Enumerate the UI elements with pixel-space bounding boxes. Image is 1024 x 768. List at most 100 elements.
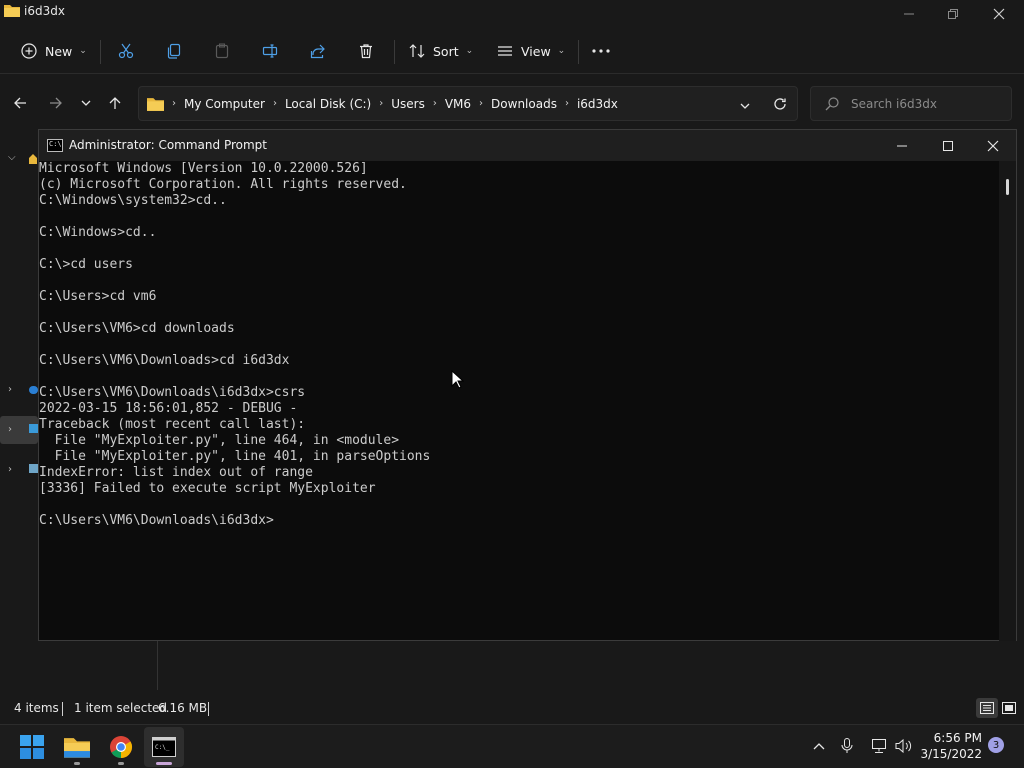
- microphone-button[interactable]: [838, 737, 856, 755]
- back-button[interactable]: [6, 89, 34, 117]
- console-line: C:\>cd users: [39, 257, 133, 272]
- share-button[interactable]: [309, 36, 327, 66]
- up-button[interactable]: [101, 89, 129, 117]
- command-prompt-window[interactable]: C:\ Administrator: Command Prompt Micros…: [38, 129, 1017, 641]
- view-button[interactable]: View ⌄: [496, 36, 565, 66]
- breadcrumb-item[interactable]: Local Disk (C:): [285, 97, 371, 111]
- restore-button[interactable]: [930, 0, 976, 28]
- chevron-right-icon[interactable]: ›: [8, 384, 12, 395]
- start-button[interactable]: [12, 727, 52, 767]
- taskbar-file-explorer[interactable]: [57, 727, 97, 767]
- address-bar[interactable]: › My Computer › Local Disk (C:) › Users …: [138, 86, 798, 121]
- command-bar: New ⌄ Sort ⌄ View ⌄: [0, 28, 1024, 74]
- breadcrumb-item[interactable]: My Computer: [184, 97, 265, 111]
- separator: [208, 702, 209, 716]
- breadcrumb-item[interactable]: i6d3dx: [577, 97, 618, 111]
- chevron-right-icon[interactable]: ›: [8, 464, 12, 475]
- breadcrumb-item[interactable]: Users: [391, 97, 425, 111]
- close-icon: [987, 140, 999, 151]
- notification-badge[interactable]: 3: [988, 737, 1004, 753]
- start-icon: [20, 735, 44, 759]
- speaker-icon: [895, 738, 912, 754]
- more-options-button[interactable]: [592, 36, 610, 66]
- delete-button[interactable]: [357, 36, 375, 66]
- new-label: New: [45, 43, 73, 59]
- chevron-down-icon: ⌄: [79, 46, 87, 56]
- copy-button[interactable]: [165, 36, 183, 66]
- system-clock[interactable]: 6:56 PM 3/15/2022: [918, 730, 982, 762]
- search-icon: [825, 97, 839, 111]
- cmd-maximize-button[interactable]: [925, 130, 971, 161]
- items-count: 4 items: [14, 701, 59, 715]
- pc-icon: [29, 424, 38, 433]
- sort-button[interactable]: Sort ⌄: [408, 36, 473, 66]
- explorer-title-bar[interactable]: i6d3dx: [0, 0, 1024, 28]
- refresh-button[interactable]: [773, 96, 787, 115]
- scrollbar-thumb[interactable]: [1006, 179, 1009, 195]
- recent-locations-button[interactable]: [72, 89, 100, 117]
- cmd-close-button[interactable]: [970, 130, 1016, 161]
- console-line: C:\Users\VM6\Downloads>cd i6d3dx: [39, 353, 290, 368]
- selection-count: 1 item selected: [74, 701, 168, 715]
- sort-icon: [408, 42, 426, 60]
- volume-button[interactable]: [895, 737, 913, 755]
- console-line: C:\Users\VM6>cd downloads: [39, 321, 235, 336]
- console-line: C:\Windows>cd..: [39, 225, 157, 240]
- terminal-icon: C:\_: [152, 737, 176, 757]
- console-line: C:\Users\VM6\Downloads\i6d3dx>csrs: [39, 385, 306, 400]
- console-scrollbar[interactable]: [999, 161, 1016, 641]
- tiles-view-button[interactable]: [998, 698, 1020, 718]
- minimize-icon: [897, 145, 907, 146]
- mouse-cursor-icon: [451, 370, 465, 389]
- close-button[interactable]: [976, 0, 1022, 28]
- address-dropdown-button[interactable]: [739, 97, 751, 116]
- rename-button[interactable]: [261, 36, 279, 66]
- breadcrumb-item[interactable]: Downloads: [491, 97, 557, 111]
- list-view-icon: [496, 42, 514, 60]
- chevron-right-icon[interactable]: ›: [8, 424, 12, 435]
- chevron-right-icon: ›: [479, 98, 484, 109]
- minimize-icon: [904, 13, 914, 15]
- console-line: C:\Windows\system32>cd..: [39, 193, 227, 208]
- chevron-right-icon: ›: [432, 98, 437, 109]
- separator: [100, 40, 101, 64]
- new-button[interactable]: New ⌄: [20, 36, 87, 66]
- view-label: View: [521, 43, 551, 59]
- taskbar: C:\_ 6:56 PM 3/15/2022 3: [0, 724, 1024, 768]
- breadcrumb-item[interactable]: VM6: [445, 97, 471, 111]
- cmd-title-bar[interactable]: C:\ Administrator: Command Prompt: [39, 130, 1016, 161]
- copy-icon: [165, 42, 183, 60]
- console-output[interactable]: Microsoft Windows [Version 10.0.22000.52…: [39, 161, 999, 641]
- chrome-icon: [110, 736, 132, 758]
- rename-icon: [261, 42, 279, 60]
- console-line: File "MyExploiter.py", line 464, in <mod…: [39, 433, 400, 448]
- taskbar-command-prompt[interactable]: C:\_: [144, 727, 184, 767]
- forward-button[interactable]: [42, 89, 70, 117]
- pane-divider[interactable]: [157, 640, 158, 690]
- chevron-down-icon[interactable]: ⌵: [8, 152, 16, 163]
- chevron-down-icon: ⌄: [557, 46, 566, 56]
- taskbar-chrome[interactable]: [101, 727, 141, 767]
- minimize-button[interactable]: [886, 0, 932, 28]
- network-button[interactable]: [870, 737, 888, 755]
- paste-button[interactable]: [213, 36, 231, 66]
- details-view-button[interactable]: [976, 698, 998, 718]
- folder-icon: [4, 5, 20, 17]
- chevron-down-icon: [740, 103, 750, 109]
- console-line: Microsoft Windows [Version 10.0.22000.52…: [39, 161, 368, 176]
- show-hidden-icons-button[interactable]: [810, 737, 828, 755]
- console-line: C:\Users\VM6\Downloads\i6d3dx>: [39, 513, 274, 528]
- star-icon: [29, 154, 37, 164]
- selection-size: 6.16 MB: [158, 701, 208, 715]
- chevron-down-icon: ⌄: [465, 46, 474, 56]
- console-line: File "MyExploiter.py", line 401, in pars…: [39, 449, 431, 464]
- search-box[interactable]: Search i6d3dx: [810, 86, 1012, 121]
- chevron-right-icon: ›: [272, 98, 277, 109]
- cmd-minimize-button[interactable]: [879, 130, 925, 161]
- network-icon: [872, 739, 886, 753]
- cut-button[interactable]: [117, 36, 135, 66]
